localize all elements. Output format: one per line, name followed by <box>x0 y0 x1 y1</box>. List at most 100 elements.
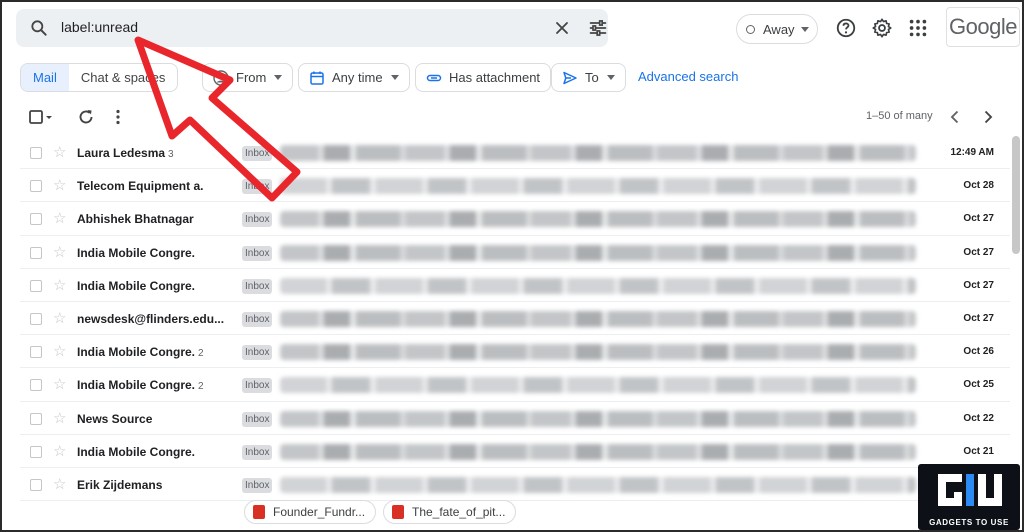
email-date: 12:49 AM <box>950 147 994 158</box>
table-row[interactable]: ☆ India Mobile Congre. 2 Inbox Oct 26 <box>20 335 1010 369</box>
sender-text: India Mobile Congre. <box>77 345 196 360</box>
redacted-preview <box>280 410 916 427</box>
row-checkbox[interactable] <box>30 147 42 159</box>
gadgets-to-use-logo: GADGETS TO USE <box>918 464 1020 530</box>
table-row[interactable]: ☆ News Source Inbox Oct 22 <box>20 402 1010 435</box>
chevron-down-icon <box>390 75 399 80</box>
thread-count: 2 <box>198 381 204 393</box>
sender-text: India Mobile Congre. <box>77 245 196 260</box>
sender-text: newsdesk@flinders.edu... <box>77 311 225 326</box>
table-row[interactable]: ☆Erik ZijdemansInboxOct 13 <box>20 468 1010 502</box>
star-icon[interactable]: ☆ <box>53 342 66 360</box>
redacted-preview <box>280 277 916 294</box>
row-checkbox[interactable] <box>30 213 42 226</box>
previous-page-icon[interactable] <box>945 107 965 127</box>
sender-text: Abhishek Bhatnagar <box>77 212 194 227</box>
sender-name: newsdesk@flinders.edu... <box>77 312 227 326</box>
attachment-chip[interactable]: Founder_Fundr... <box>244 500 377 524</box>
email-date: Oct 27 <box>963 279 994 291</box>
more-options-icon[interactable] <box>108 107 128 127</box>
sender-name: India Mobile Congre. 2 <box>77 378 204 392</box>
star-icon[interactable]: ☆ <box>53 375 66 393</box>
email-date: Oct 26 <box>963 346 994 358</box>
watermark-text: GADGETS TO USE <box>929 518 1009 527</box>
email-date: Oct 27 <box>963 312 994 324</box>
sender-name: News Source <box>77 412 155 426</box>
chevron-down-icon <box>606 75 615 80</box>
google-wordmark: Google <box>949 14 1017 39</box>
table-row[interactable]: ☆ India Mobile Congre. Inbox Oct 27 <box>20 269 1010 302</box>
settings-gear-icon[interactable] <box>871 17 893 39</box>
email-date: Oct 21 <box>963 445 994 457</box>
row-checkbox[interactable] <box>30 246 42 259</box>
row-checkbox[interactable] <box>30 279 42 292</box>
row-checkbox[interactable] <box>30 180 42 193</box>
clear-search-icon[interactable] <box>552 18 572 38</box>
row-checkbox[interactable] <box>30 312 42 325</box>
filter-has-attachment[interactable]: Has attachment <box>415 63 552 92</box>
sender-name: Abhishek Bhatnagar <box>77 212 197 226</box>
search-icon[interactable] <box>29 18 49 38</box>
redacted-preview <box>280 443 916 460</box>
star-icon[interactable]: ☆ <box>53 276 66 294</box>
star-icon[interactable]: ☆ <box>53 475 66 493</box>
row-checkbox[interactable] <box>30 412 42 425</box>
pdf-icon <box>253 505 265 519</box>
search-options-icon[interactable] <box>587 18 609 38</box>
row-checkbox[interactable] <box>30 379 42 392</box>
label-badge: Inbox <box>242 245 273 261</box>
scrollbar-thumb[interactable] <box>1012 136 1020 254</box>
tab-mail[interactable]: Mail <box>21 64 69 91</box>
star-icon[interactable]: ☆ <box>53 442 66 460</box>
pdf-icon <box>392 505 404 519</box>
sender-name: India Mobile Congre. <box>77 445 198 459</box>
table-row[interactable]: ☆ India Mobile Congre. Inbox Oct 27 <box>20 236 1010 269</box>
pagination-text: 1–50 of many <box>866 110 933 122</box>
advanced-search-link[interactable]: Advanced search <box>638 69 738 84</box>
redacted-preview <box>280 476 916 493</box>
row-checkbox[interactable] <box>30 445 42 458</box>
status-dropdown[interactable]: Away <box>736 14 818 44</box>
label-badge: Inbox <box>242 278 273 294</box>
star-icon[interactable]: ☆ <box>53 409 66 427</box>
table-row[interactable]: ☆ India Mobile Congre. 2 Inbox Oct 25 <box>20 368 1010 402</box>
filter-has-attachment-label: Has attachment <box>449 70 541 85</box>
row-checkbox[interactable] <box>30 478 42 491</box>
refresh-icon[interactable] <box>76 107 96 127</box>
label-badge: Inbox <box>242 444 273 460</box>
gmail-window: label:unread Away Google Mail Chat & spa… <box>0 0 1024 532</box>
filter-any-time[interactable]: Any time <box>298 63 410 92</box>
filter-any-time-label: Any time <box>332 70 383 85</box>
sender-name: India Mobile Congre. <box>77 279 198 293</box>
sender-name: India Mobile Congre. <box>77 246 198 260</box>
attachment-name: Founder_Fundr... <box>273 505 366 519</box>
sender-name: Erik Zijdemans <box>77 478 165 492</box>
star-icon[interactable]: ☆ <box>53 309 66 327</box>
help-icon[interactable] <box>835 17 857 39</box>
table-row[interactable]: ☆ newsdesk@flinders.edu... Inbox Oct 27 <box>20 302 1010 336</box>
select-all-checkbox-icon[interactable] <box>28 107 56 127</box>
google-account-logo[interactable]: Google <box>946 7 1020 47</box>
star-icon[interactable]: ☆ <box>53 143 66 161</box>
redacted-preview <box>280 178 916 195</box>
apps-grid-icon[interactable] <box>907 17 929 39</box>
email-date: Oct 27 <box>963 246 994 258</box>
star-icon[interactable]: ☆ <box>53 243 66 261</box>
star-icon[interactable]: ☆ <box>53 209 66 227</box>
next-page-icon[interactable] <box>978 107 998 127</box>
search-bar[interactable]: label:unread <box>16 9 608 47</box>
filter-to[interactable]: To <box>551 63 626 92</box>
table-row[interactable]: ☆ India Mobile Congre. Inbox Oct 21 <box>20 435 1010 468</box>
star-icon[interactable]: ☆ <box>53 176 66 194</box>
sender-text: Erik Zijdemans <box>77 477 163 492</box>
redacted-preview <box>280 310 916 327</box>
row-checkbox[interactable] <box>30 346 42 359</box>
annotation-arrow-icon <box>134 36 301 202</box>
status-label: Away <box>763 21 795 37</box>
attachment-chip[interactable]: The_fate_of_pit... <box>383 500 517 524</box>
redacted-preview <box>280 244 916 261</box>
sender-text: News Source <box>77 411 153 426</box>
sender-text: India Mobile Congre. <box>77 278 196 293</box>
search-input[interactable]: label:unread <box>61 19 138 35</box>
filter-to-label: To <box>585 70 599 85</box>
